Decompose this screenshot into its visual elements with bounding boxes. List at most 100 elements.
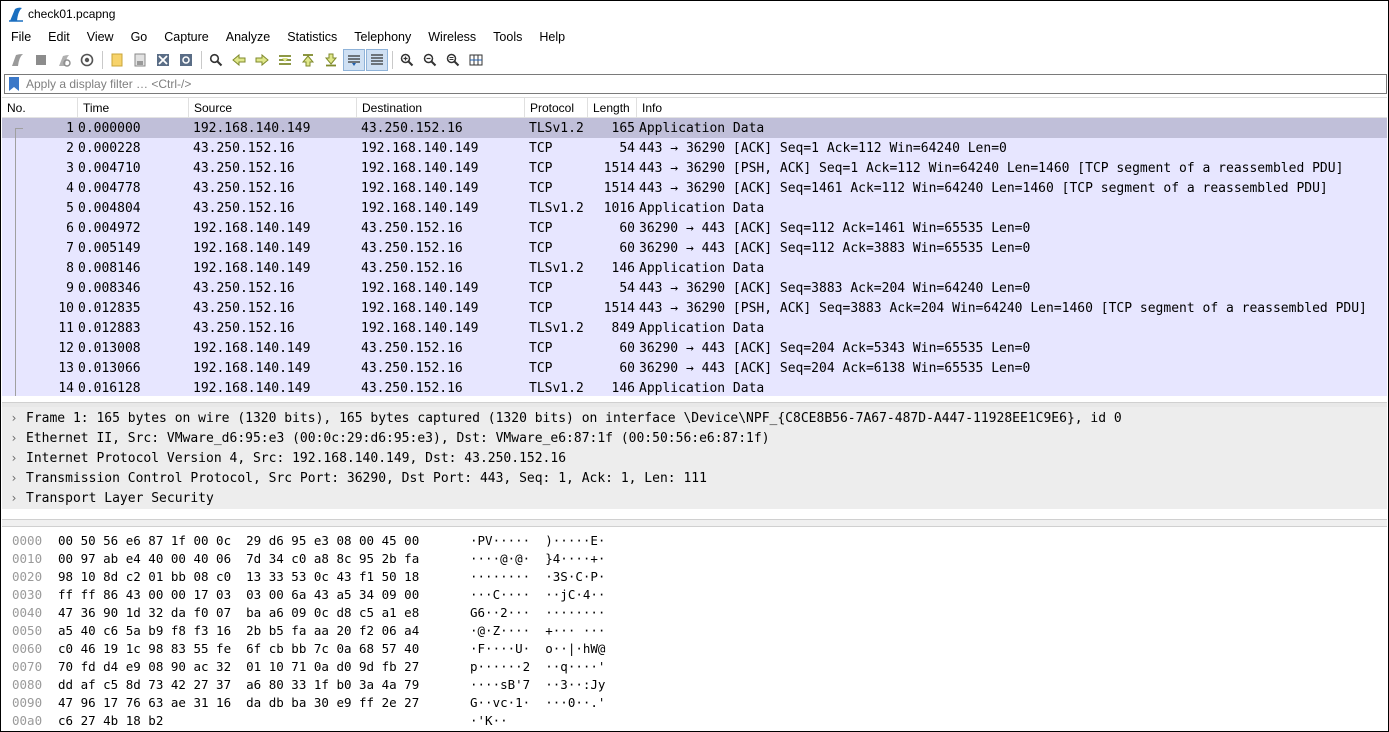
bytes-offset[interactable]: 0000 [2, 533, 58, 548]
menu-view[interactable]: View [78, 30, 122, 44]
display-filter-input[interactable] [26, 77, 1366, 91]
bytes-offset[interactable]: 0070 [2, 659, 58, 674]
bytes-offset[interactable]: 00a0 [2, 713, 58, 728]
find-packet-icon[interactable] [205, 49, 227, 71]
restart-capture-icon[interactable] [53, 49, 75, 71]
zoom-out-icon[interactable] [419, 49, 441, 71]
go-back-icon[interactable] [228, 49, 250, 71]
bytes-ascii[interactable]: ········ ·3S·C·P· [470, 569, 605, 584]
start-capture-icon[interactable] [7, 49, 29, 71]
packet-destination: 43.250.152.16 [361, 220, 463, 236]
bytes-ascii[interactable]: ···C···· ··jC·4·· [470, 587, 605, 602]
stop-capture-icon[interactable] [30, 49, 52, 71]
bytes-hex[interactable]: 00 50 56 e6 87 1f 00 0c 29 d6 95 e3 08 0… [58, 533, 470, 548]
go-first-icon[interactable] [297, 49, 319, 71]
bytes-hex[interactable]: c0 46 19 1c 98 83 55 fe 6f cb bb 7c 0a 6… [58, 641, 470, 656]
bytes-hex[interactable]: c6 27 4b 18 b2 [58, 713, 470, 728]
column-header-source[interactable]: Source [189, 97, 357, 118]
menu-wireless[interactable]: Wireless [419, 30, 484, 44]
packet-row[interactable]: 9 0.008346 43.250.152.16 192.168.140.149 TCP… [2, 278, 1387, 298]
open-file-icon[interactable] [106, 49, 128, 71]
close-file-icon[interactable] [152, 49, 174, 71]
bytes-ascii[interactable]: ·'K·· [470, 713, 508, 728]
bytes-offset[interactable]: 0040 [2, 605, 58, 620]
menu-tools[interactable]: Tools [484, 30, 530, 44]
packet-row[interactable]: 11 0.012883 43.250.152.16 192.168.140.149 TL… [2, 318, 1387, 338]
bytes-offset[interactable]: 0080 [2, 677, 58, 692]
expand-arrow-icon[interactable]: › [2, 451, 26, 465]
go-forward-icon[interactable] [251, 49, 273, 71]
go-to-packet-icon[interactable] [274, 49, 296, 71]
bytes-offset[interactable]: 0010 [2, 551, 58, 566]
menu-capture[interactable]: Capture [155, 30, 216, 44]
menu-analyze[interactable]: Analyze [217, 30, 278, 44]
bytes-hex[interactable]: 00 97 ab e4 40 00 40 06 7d 34 c0 a8 8c 9… [58, 551, 470, 566]
colorize-icon[interactable] [366, 49, 388, 71]
bytes-ascii[interactable]: ·PV····· )·····E· [470, 533, 605, 548]
filter-bookmark-icon[interactable] [8, 77, 20, 91]
packet-row[interactable]: 14 0.016128 192.168.140.149 43.250.152.16 TL… [2, 378, 1387, 396]
bytes-hex[interactable]: 47 96 17 76 63 ae 31 16 da db ba 30 e9 f… [58, 695, 470, 710]
zoom-in-icon[interactable] [396, 49, 418, 71]
packet-row[interactable]: 8 0.008146 192.168.140.149 43.250.152.16 TLS… [2, 258, 1387, 278]
bytes-hex[interactable]: 98 10 8d c2 01 bb 08 c0 13 33 53 0c 43 f… [58, 569, 470, 584]
save-file-icon[interactable] [129, 49, 151, 71]
menu-file[interactable]: File [2, 30, 39, 44]
packet-row[interactable]: 2 0.000228 43.250.152.16 192.168.140.149 TCP… [2, 138, 1387, 158]
expand-arrow-icon[interactable]: › [2, 491, 26, 505]
expand-arrow-icon[interactable]: › [2, 411, 26, 425]
column-header-length[interactable]: Length [588, 97, 637, 118]
bytes-row: 0030 ff ff 86 43 00 00 17 03 03 00 6a 43 … [2, 585, 1387, 603]
bytes-ascii[interactable]: ····@·@· }4····+· [470, 551, 605, 566]
auto-scroll-icon[interactable] [343, 49, 365, 71]
bytes-offset[interactable]: 0050 [2, 623, 58, 638]
packet-row[interactable]: 3 0.004710 43.250.152.16 192.168.140.149 TCP… [2, 158, 1387, 178]
detail-tree-item[interactable]: › Transport Layer Security [2, 488, 1387, 508]
bytes-hex[interactable]: dd af c5 8d 73 42 27 37 a6 80 33 1f b0 3… [58, 677, 470, 692]
menu-statistics[interactable]: Statistics [278, 30, 345, 44]
expand-arrow-icon[interactable]: › [2, 471, 26, 485]
packet-row[interactable]: 7 0.005149 192.168.140.149 43.250.152.16 TCP… [2, 238, 1387, 258]
menu-help[interactable]: Help [530, 30, 573, 44]
packet-row[interactable]: 5 0.004804 43.250.152.16 192.168.140.149 TLS… [2, 198, 1387, 218]
bytes-offset[interactable]: 0030 [2, 587, 58, 602]
column-header-protocol[interactable]: Protocol [525, 97, 588, 118]
menu-telephony[interactable]: Telephony [345, 30, 419, 44]
bytes-ascii[interactable]: p······2 ··q····' [470, 659, 605, 674]
bytes-ascii[interactable]: G··vc·1· ···0··.' [470, 695, 605, 710]
reload-file-icon[interactable] [175, 49, 197, 71]
detail-tree-item[interactable]: › Transmission Control Protocol, Src Port… [2, 468, 1387, 488]
bytes-offset[interactable]: 0060 [2, 641, 58, 656]
zoom-normal-icon[interactable] [442, 49, 464, 71]
detail-tree-item[interactable]: › Ethernet II, Src: VMware_d6:95:e3 (00:0… [2, 428, 1387, 448]
detail-tree-item[interactable]: › Internet Protocol Version 4, Src: 192.1… [2, 448, 1387, 468]
menu-go[interactable]: Go [122, 30, 156, 44]
packet-row[interactable]: 10 0.012835 43.250.152.16 192.168.140.149 TC… [2, 298, 1387, 318]
column-header-no[interactable]: No. [2, 97, 78, 118]
column-header-time[interactable]: Time [78, 97, 189, 118]
pane-splitter[interactable] [2, 519, 1387, 527]
expand-arrow-icon[interactable]: › [2, 431, 26, 445]
packet-row[interactable]: 1 0.000000 192.168.140.149 43.250.152.16 TLS… [2, 118, 1387, 138]
resize-columns-icon[interactable] [465, 49, 487, 71]
bytes-hex[interactable]: 70 fd d4 e9 08 90 ac 32 01 10 71 0a d0 9… [58, 659, 470, 674]
detail-tree-item[interactable]: › Frame 1: 165 bytes on wire (1320 bits),… [2, 408, 1387, 428]
bytes-offset[interactable]: 0090 [2, 695, 58, 710]
bytes-ascii[interactable]: ····sB'7 ··3··:Jy [470, 677, 605, 692]
bytes-hex[interactable]: a5 40 c6 5a b9 f8 f3 16 2b b5 fa aa 20 f… [58, 623, 470, 638]
packet-row[interactable]: 13 0.013066 192.168.140.149 43.250.152.16 TC… [2, 358, 1387, 378]
menu-edit[interactable]: Edit [39, 30, 78, 44]
bytes-ascii[interactable]: G6··2··· ········ [470, 605, 605, 620]
bytes-offset[interactable]: 0020 [2, 569, 58, 584]
bytes-ascii[interactable]: ·F····U· o··|·hW@ [470, 641, 605, 656]
bytes-hex[interactable]: 47 36 90 1d 32 da f0 07 ba a6 09 0c d8 c… [58, 605, 470, 620]
column-header-destination[interactable]: Destination [357, 97, 525, 118]
packet-row[interactable]: 6 0.004972 192.168.140.149 43.250.152.16 TCP… [2, 218, 1387, 238]
go-last-icon[interactable] [320, 49, 342, 71]
packet-row[interactable]: 4 0.004778 43.250.152.16 192.168.140.149 TCP… [2, 178, 1387, 198]
capture-options-icon[interactable] [76, 49, 98, 71]
bytes-hex[interactable]: ff ff 86 43 00 00 17 03 03 00 6a 43 a5 3… [58, 587, 470, 602]
column-header-info[interactable]: Info [637, 98, 1385, 118]
bytes-ascii[interactable]: ·@·Z···· +··· ··· [470, 623, 605, 638]
packet-row[interactable]: 12 0.013008 192.168.140.149 43.250.152.16 TC… [2, 338, 1387, 358]
